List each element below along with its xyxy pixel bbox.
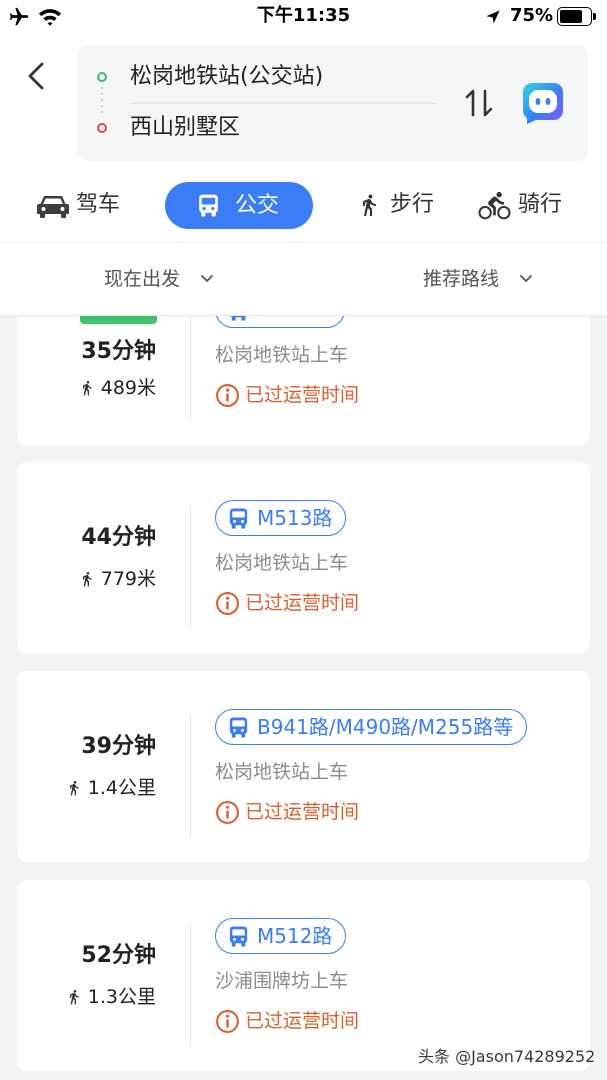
walk-distance-value: 1.4公里 — [87, 777, 156, 799]
route-dotted-line — [101, 87, 103, 117]
bus-line-label: M512路 — [257, 924, 333, 948]
route-sort-label: 推荐路线 — [423, 268, 500, 290]
tab-drive[interactable]: 驾车 — [30, 182, 140, 229]
swap-icon[interactable] — [464, 87, 494, 119]
assistant-app-icon[interactable] — [521, 81, 565, 125]
duration: 52分钟 — [81, 943, 156, 968]
battery-percent: 75% — [510, 5, 554, 26]
route-list: 35分钟 489米 松岗地铁站上车 已过运营时间 44分钟 779米 M513路… — [0, 316, 607, 1080]
walk-distance-value: 489米 — [100, 377, 156, 399]
bus-icon — [227, 925, 250, 948]
departure-time-dropdown[interactable]: 现在出发 — [98, 255, 228, 303]
service-status-text: 已过运营时间 — [245, 801, 360, 823]
route-card[interactable]: 35分钟 489米 松岗地铁站上车 已过运营时间 — [17, 316, 590, 445]
card-divider — [190, 714, 191, 838]
duration: 44分钟 — [81, 525, 156, 550]
walk-distance: 779米 — [79, 567, 156, 591]
tabs-divider — [0, 242, 607, 243]
tab-walk-label: 步行 — [390, 192, 435, 217]
card-divider — [190, 923, 191, 1047]
bus-line-pill: M512路 — [215, 918, 347, 954]
walk-distance-value: 1.3公里 — [87, 986, 156, 1008]
walk-icon — [66, 986, 82, 1008]
destination-dot-icon — [97, 123, 107, 133]
card-divider — [190, 316, 191, 421]
bus-icon — [227, 716, 250, 739]
route-card[interactable]: 44分钟 779米 M513路 松岗地铁站上车 已过运营时间 — [17, 462, 590, 653]
service-status-text: 已过运营时间 — [245, 1010, 360, 1032]
walk-icon — [363, 194, 376, 216]
departure-time-label: 现在出发 — [104, 268, 181, 290]
boarding-stop: 松岗地铁站上车 — [215, 552, 349, 574]
bus-line-pill — [215, 316, 345, 328]
bus-line-pill: M513路 — [215, 500, 347, 536]
card-divider — [190, 505, 191, 629]
walk-distance: 1.4公里 — [66, 776, 156, 800]
service-status: 已过运营时间 — [215, 382, 359, 408]
boarding-stop: 沙浦围牌坊上车 — [215, 970, 349, 992]
car-icon — [37, 196, 69, 218]
info-icon — [215, 591, 240, 616]
back-chevron-icon[interactable] — [24, 60, 48, 92]
boarding-stop: 松岗地铁站上车 — [215, 761, 349, 783]
duration: 39分钟 — [81, 734, 156, 759]
field-divider — [130, 103, 436, 104]
bus-icon — [199, 194, 218, 217]
battery-icon — [557, 7, 592, 26]
battery-cap — [593, 13, 596, 20]
route-input-box: 松岗地铁站(公交站) 西山别墅区 — [78, 45, 588, 161]
walk-distance: 489米 — [79, 376, 156, 400]
battery-fill — [560, 10, 582, 23]
bus-line-pill: B941路/M490路/M255路等 — [215, 709, 528, 745]
tab-bike-label: 骑行 — [518, 192, 563, 217]
route-header: 下午11:35 75% 松岗地铁站(公交站) 西山别墅区 驾车 公交 步行 骑行… — [0, 0, 607, 316]
info-icon — [215, 1009, 240, 1034]
origin-field[interactable]: 松岗地铁站(公交站) — [130, 63, 323, 91]
tab-transit[interactable]: 公交 — [165, 182, 313, 229]
service-status: 已过运营时间 — [215, 590, 359, 616]
info-icon — [215, 383, 240, 408]
service-status: 已过运营时间 — [215, 1008, 359, 1034]
tab-walk[interactable]: 步行 — [350, 182, 450, 229]
bus-icon — [227, 316, 250, 322]
bus-line-label: B941路/M490路/M255路等 — [257, 715, 514, 739]
walk-distance-value: 779米 — [100, 568, 156, 590]
info-icon — [215, 800, 240, 825]
walk-distance: 1.3公里 — [66, 985, 156, 1009]
tab-drive-label: 驾车 — [76, 192, 121, 217]
boarding-stop: 松岗地铁站上车 — [215, 344, 349, 366]
bus-line-label: M513路 — [257, 506, 333, 530]
walk-icon — [66, 777, 82, 799]
service-status: 已过运营时间 — [215, 799, 359, 825]
route-sort-dropdown[interactable]: 推荐路线 — [417, 255, 547, 303]
chevron-down-icon — [201, 275, 213, 282]
watermark: 头条 @Jason74289252 — [418, 1047, 596, 1066]
walk-icon — [79, 568, 95, 590]
destination-field[interactable]: 西山别墅区 — [130, 114, 240, 142]
service-status-text: 已过运营时间 — [245, 592, 360, 614]
location-arrow-icon — [486, 10, 500, 24]
bus-icon — [227, 507, 250, 530]
walk-icon — [79, 377, 95, 399]
route-card[interactable]: 39分钟 1.4公里 B941路/M490路/M255路等 松岗地铁站上车 已过… — [17, 671, 590, 862]
tab-bike[interactable]: 骑行 — [472, 182, 582, 229]
route-card[interactable]: 52分钟 1.3公里 M512路 沙浦围牌坊上车 已过运营时间 — [17, 880, 590, 1071]
service-status-text: 已过运营时间 — [245, 384, 360, 406]
recommend-badge — [80, 316, 157, 324]
duration: 35分钟 — [81, 339, 156, 364]
chevron-down-icon — [520, 275, 532, 282]
tab-transit-label: 公交 — [235, 193, 280, 218]
bike-icon — [478, 192, 511, 220]
origin-dot-icon — [97, 72, 107, 82]
